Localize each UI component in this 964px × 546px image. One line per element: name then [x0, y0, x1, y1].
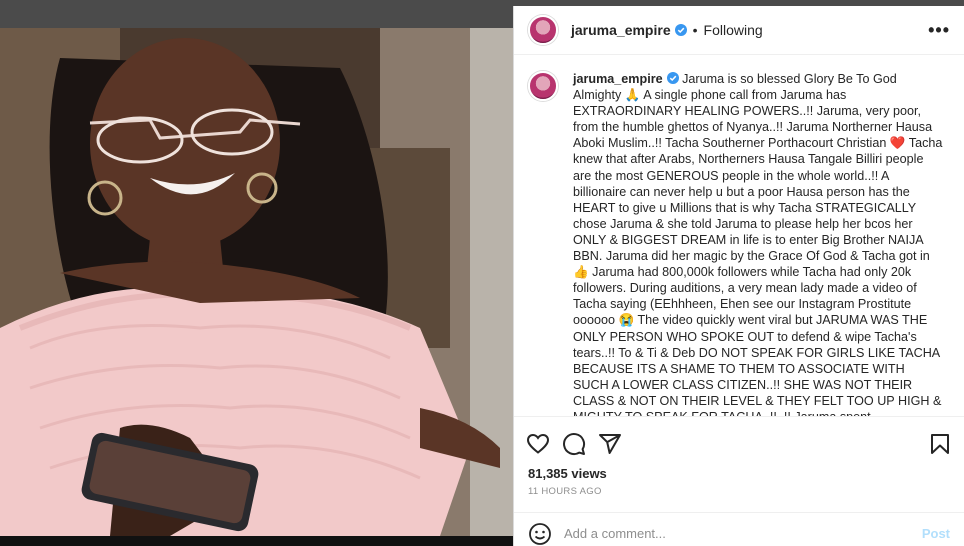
post-actions-bar: [514, 416, 964, 462]
caption-author-avatar[interactable]: [528, 71, 558, 101]
heart-icon[interactable]: [526, 432, 550, 456]
comment-input[interactable]: [564, 526, 922, 541]
post-video[interactable]: [0, 28, 513, 536]
comments-section[interactable]: jaruma_empire Jaruma is so blessed Glory…: [514, 55, 964, 416]
caption-text: Jaruma is so blessed Glory Be To God Alm…: [573, 72, 943, 416]
view-count[interactable]: 81,385 views: [514, 462, 964, 486]
comment-icon[interactable]: [562, 432, 586, 456]
video-bottom-strip: [0, 536, 513, 546]
share-icon[interactable]: [598, 432, 622, 456]
verified-badge-icon: [674, 24, 687, 36]
header-separator: •: [692, 22, 698, 38]
author-username[interactable]: jaruma_empire: [571, 22, 671, 38]
more-options-icon[interactable]: •••: [928, 20, 950, 41]
post-caption: jaruma_empire Jaruma is so blessed Glory…: [573, 71, 943, 416]
following-button[interactable]: Following: [704, 22, 763, 38]
emoji-icon[interactable]: [528, 522, 552, 546]
video-frame-illustration: [0, 28, 513, 536]
post-timestamp[interactable]: 11 HOURS AGO: [514, 486, 964, 512]
caption-username[interactable]: jaruma_empire: [573, 72, 663, 86]
post-header: jaruma_empire • Following •••: [514, 6, 964, 55]
add-comment-bar: Post: [514, 512, 964, 546]
caption-verified-badge-icon: [666, 72, 679, 84]
bookmark-icon[interactable]: [928, 432, 952, 456]
author-avatar[interactable]: [528, 15, 558, 45]
post-side-panel: jaruma_empire • Following ••• jaruma_emp…: [513, 6, 964, 546]
post-comment-button[interactable]: Post: [922, 526, 950, 541]
instagram-post-window: jaruma_empire • Following ••• jaruma_emp…: [0, 0, 964, 546]
